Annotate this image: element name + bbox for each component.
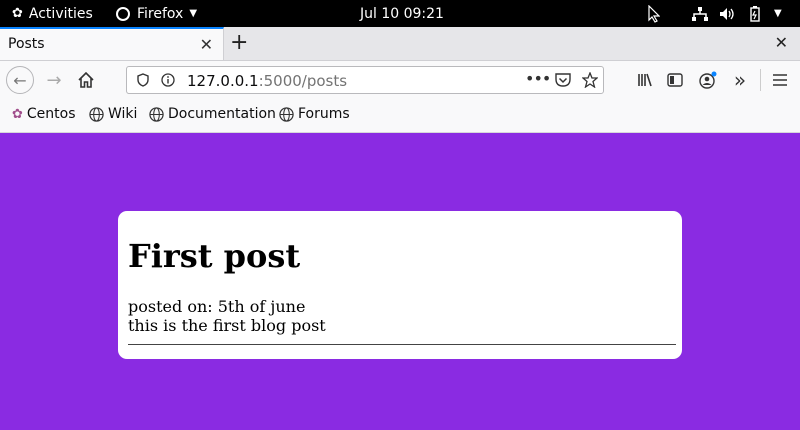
clock[interactable]: Jul 10 09:21 <box>360 0 444 27</box>
url-host: 127.0.0.1 <box>187 72 259 90</box>
volume-icon[interactable] <box>720 0 736 27</box>
sidebar-icon <box>667 73 683 87</box>
post-meta: posted on: 5th of june this is the first… <box>128 297 326 335</box>
tab-title: Posts <box>8 36 45 52</box>
post-title: First post <box>128 237 301 275</box>
chevron-down-icon: ▼ <box>189 8 198 19</box>
url-text[interactable]: 127.0.0.1:5000/posts <box>187 72 347 90</box>
window-close-icon[interactable]: ✕ <box>775 33 788 52</box>
pocket-icon[interactable] <box>555 73 571 87</box>
tab-strip: Posts ✕ + ✕ <box>0 27 800 61</box>
bookmark-label: Forums <box>298 106 350 122</box>
post-card: First post posted on: 5th of june this i… <box>118 211 682 359</box>
back-button[interactable]: ← <box>6 66 34 94</box>
firefox-icon <box>116 6 130 21</box>
new-tab-icon[interactable]: + <box>230 30 248 55</box>
system-menu-chevron-icon[interactable]: ▼ <box>774 0 782 27</box>
post-body: this is the first blog post <box>128 316 326 335</box>
hamburger-menu-icon <box>773 74 787 86</box>
chevron-double-right-icon: » <box>733 68 747 92</box>
address-bar[interactable]: 127.0.0.1:5000/posts ••• <box>126 66 604 94</box>
app-menu-button[interactable]: Firefox ▼ <box>116 0 197 27</box>
mouse-cursor-icon <box>648 0 660 27</box>
bookmark-documentation[interactable]: Documentation <box>149 106 276 122</box>
bookmark-label: Documentation <box>168 106 276 122</box>
activities-label: Activities <box>28 5 93 22</box>
toolbar-separator <box>760 69 761 91</box>
tab-posts[interactable]: Posts ✕ <box>0 27 224 60</box>
account-icon <box>699 71 717 89</box>
bookmark-forums[interactable]: Forums <box>279 106 350 122</box>
home-button[interactable] <box>74 66 98 94</box>
globe-icon <box>279 106 294 122</box>
main-menu-button[interactable] <box>768 66 792 94</box>
navigation-toolbar: ← → 127.0.0.1:5000/posts ••• » <box>0 61 800 99</box>
library-icon <box>638 73 652 87</box>
sidebar-button[interactable] <box>664 66 686 94</box>
post-date: posted on: 5th of june <box>128 297 306 316</box>
account-button[interactable] <box>696 66 720 94</box>
bookmark-wiki[interactable]: Wiki <box>89 106 137 122</box>
tab-close-icon[interactable]: ✕ <box>200 35 213 54</box>
network-icon[interactable] <box>692 0 708 27</box>
centos-icon: ✿ <box>12 106 23 122</box>
globe-icon <box>149 106 164 122</box>
home-icon <box>78 72 94 88</box>
overflow-menu-button[interactable]: » <box>728 66 752 94</box>
bookmarks-toolbar: ✿ Centos Wiki Documentation Forums <box>0 99 800 133</box>
url-path: :5000/posts <box>258 72 348 90</box>
activities-button[interactable]: ✿ Activities <box>12 0 93 27</box>
info-icon[interactable] <box>161 73 175 87</box>
library-button[interactable] <box>634 66 656 94</box>
battery-icon[interactable] <box>750 0 760 27</box>
shield-icon <box>137 73 149 87</box>
bookmark-label: Wiki <box>108 106 138 122</box>
bookmark-label: Centos <box>26 106 76 122</box>
app-name: Firefox <box>137 5 184 22</box>
forward-button[interactable]: → <box>42 66 66 94</box>
arrow-left-icon: ← <box>13 70 27 90</box>
system-top-bar: ✿ Activities Firefox ▼ Jul 10 09:21 ▼ <box>0 0 800 27</box>
bookmark-centos[interactable]: ✿ Centos <box>12 106 76 122</box>
activities-icon: ✿ <box>12 6 23 21</box>
post-divider <box>128 344 676 345</box>
globe-icon <box>89 106 104 122</box>
more-actions-icon[interactable]: ••• <box>525 69 551 88</box>
bookmark-star-icon[interactable] <box>582 72 598 88</box>
arrow-right-icon: → <box>46 69 62 91</box>
